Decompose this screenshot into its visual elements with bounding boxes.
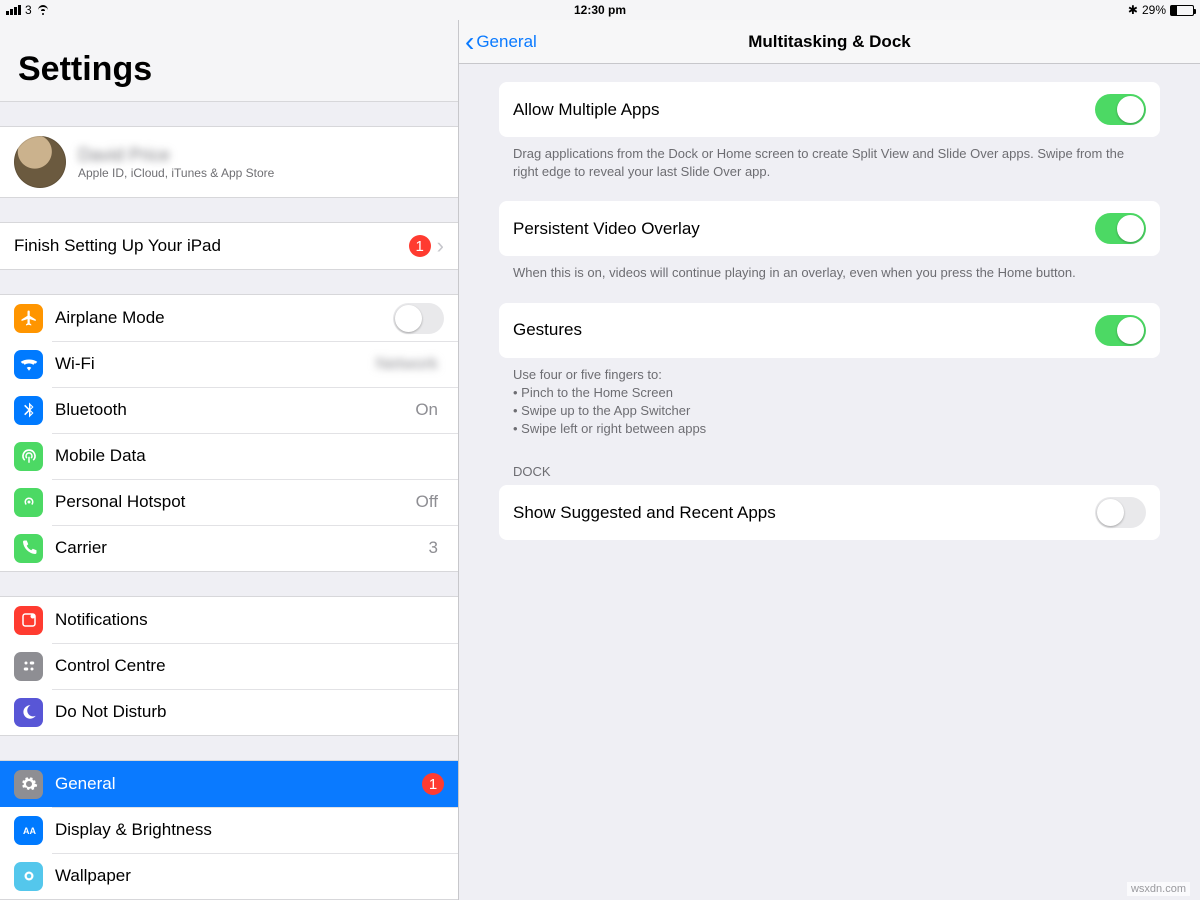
wifi-menu-icon xyxy=(14,350,43,379)
carrier-row-label: Carrier xyxy=(55,538,429,558)
dnd-label: Do Not Disturb xyxy=(55,702,444,722)
allow-multiple-apps-cell: Allow Multiple Apps xyxy=(499,82,1160,137)
airplane-row[interactable]: Airplane Mode xyxy=(0,295,458,341)
gear-icon xyxy=(14,770,43,799)
allow-label: Allow Multiple Apps xyxy=(513,100,659,120)
control-centre-icon xyxy=(14,652,43,681)
wallpaper-icon xyxy=(14,862,43,891)
bluetooth-icon: ✱ xyxy=(1128,3,1138,17)
display-label: Display & Brightness xyxy=(55,820,444,840)
bluetooth-value: On xyxy=(415,400,438,420)
wifi-icon xyxy=(36,5,50,15)
general-label: General xyxy=(55,774,422,794)
watermark: wsxdn.com xyxy=(1127,882,1190,896)
gestures-toggle[interactable] xyxy=(1095,315,1146,346)
user-subtitle: Apple ID, iCloud, iTunes & App Store xyxy=(78,166,274,180)
wifi-label: Wi-Fi xyxy=(55,354,376,374)
battery-percent: 29% xyxy=(1142,3,1166,17)
settings-sidebar: Settings David Price Apple ID, iCloud, i… xyxy=(0,20,459,900)
dock-suggested-cell: Show Suggested and Recent Apps xyxy=(499,485,1160,540)
status-bar: 3 12:30 pm ✱ 29% xyxy=(0,0,1200,20)
gestures-label: Gestures xyxy=(513,320,582,340)
bluetooth-menu-icon xyxy=(14,396,43,425)
avatar xyxy=(14,136,66,188)
detail-pane: ‹ General Multitasking & Dock Allow Mult… xyxy=(459,20,1200,900)
hotspot-row[interactable]: Personal Hotspot Off xyxy=(0,479,458,525)
phone-icon xyxy=(14,534,43,563)
gestures-footer: Use four or five fingers to: Pinch to th… xyxy=(499,358,1160,439)
dnd-row[interactable]: Do Not Disturb xyxy=(0,689,458,735)
carrier-row[interactable]: Carrier 3 xyxy=(0,525,458,571)
airplane-toggle[interactable] xyxy=(393,303,444,334)
hotspot-icon xyxy=(14,488,43,517)
pip-label: Persistent Video Overlay xyxy=(513,219,700,239)
gestures-cell: Gestures xyxy=(499,303,1160,358)
notifications-label: Notifications xyxy=(55,610,444,630)
pip-toggle[interactable] xyxy=(1095,213,1146,244)
battery-icon xyxy=(1170,5,1194,16)
mobile-data-label: Mobile Data xyxy=(55,446,444,466)
general-badge: 1 xyxy=(422,773,444,795)
apple-id-row[interactable]: David Price Apple ID, iCloud, iTunes & A… xyxy=(0,127,458,197)
hotspot-label: Personal Hotspot xyxy=(55,492,416,512)
svg-text:AA: AA xyxy=(23,826,36,836)
gesture-item: Swipe left or right between apps xyxy=(513,420,1146,438)
allow-footer: Drag applications from the Dock or Home … xyxy=(499,137,1160,181)
nav-bar: ‹ General Multitasking & Dock xyxy=(459,20,1200,64)
back-button[interactable]: ‹ General xyxy=(459,28,537,56)
gesture-item: Swipe up to the App Switcher xyxy=(513,402,1146,420)
bluetooth-label: Bluetooth xyxy=(55,400,415,420)
mobile-data-row[interactable]: Mobile Data xyxy=(0,433,458,479)
control-centre-row[interactable]: Control Centre xyxy=(0,643,458,689)
gesture-item: Pinch to the Home Screen xyxy=(513,384,1146,402)
wallpaper-label: Wallpaper xyxy=(55,866,444,886)
antenna-icon xyxy=(14,442,43,471)
nav-title: Multitasking & Dock xyxy=(459,32,1200,52)
pip-footer: When this is on, videos will continue pl… xyxy=(499,256,1160,282)
carrier-value: 3 xyxy=(429,538,438,558)
chevron-left-icon: ‹ xyxy=(465,28,474,56)
control-centre-label: Control Centre xyxy=(55,656,444,676)
dock-suggested-toggle[interactable] xyxy=(1095,497,1146,528)
notifications-icon xyxy=(14,606,43,635)
dock-suggested-label: Show Suggested and Recent Apps xyxy=(513,503,776,523)
allow-toggle[interactable] xyxy=(1095,94,1146,125)
carrier-label: 3 xyxy=(25,3,32,17)
notifications-row[interactable]: Notifications xyxy=(0,597,458,643)
airplane-label: Airplane Mode xyxy=(55,308,393,328)
signal-icon xyxy=(6,5,21,15)
finish-setup-row[interactable]: Finish Setting Up Your iPad 1 › xyxy=(0,223,458,269)
pip-cell: Persistent Video Overlay xyxy=(499,201,1160,256)
airplane-icon xyxy=(14,304,43,333)
bluetooth-row[interactable]: Bluetooth On xyxy=(0,387,458,433)
gestures-lead: Use four or five fingers to: xyxy=(513,366,1146,384)
display-row[interactable]: AA Display & Brightness xyxy=(0,807,458,853)
finish-setup-badge: 1 xyxy=(409,235,431,257)
general-row[interactable]: General 1 xyxy=(0,761,458,807)
wallpaper-row[interactable]: Wallpaper xyxy=(0,853,458,899)
display-icon: AA xyxy=(14,816,43,845)
hotspot-value: Off xyxy=(416,492,438,512)
wifi-row[interactable]: Wi-Fi Network xyxy=(0,341,458,387)
dock-header: Dock xyxy=(499,444,1160,485)
wifi-value: Network xyxy=(376,354,438,374)
back-label: General xyxy=(476,32,536,52)
user-name: David Price xyxy=(78,145,274,166)
finish-setup-label: Finish Setting Up Your iPad xyxy=(14,236,409,256)
page-title: Settings xyxy=(18,50,440,89)
chevron-right-icon: › xyxy=(437,233,444,259)
moon-icon xyxy=(14,698,43,727)
clock: 12:30 pm xyxy=(0,3,1200,17)
